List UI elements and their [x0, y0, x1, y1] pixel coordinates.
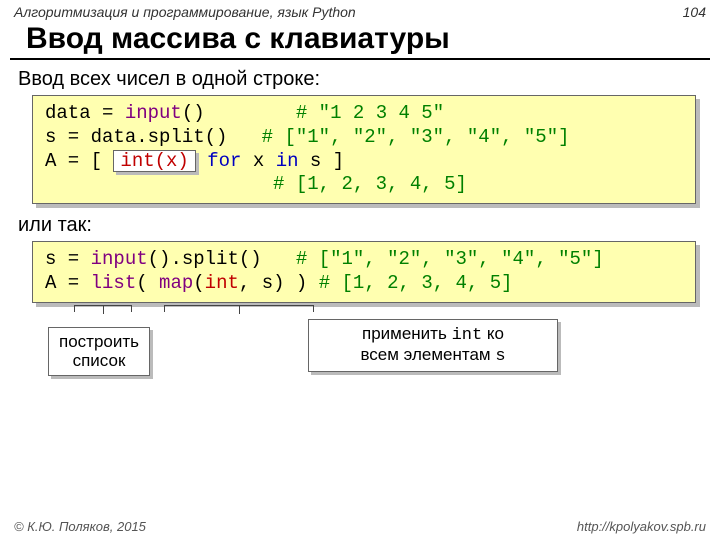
code-t: int(x) [120, 150, 188, 172]
footer-url: http://kpolyakov.spb.ru [577, 519, 706, 534]
callout-left: построить список [48, 327, 150, 376]
course-title: Алгоритмизация и программирование, язык … [14, 4, 356, 20]
callout-code: s [495, 347, 505, 366]
highlight-intx: int(x) [113, 150, 195, 173]
slide-body: Ввод всех чисел в одной строке: data = i… [0, 66, 720, 383]
code-t [196, 150, 207, 172]
lead-text-1: Ввод всех чисел в одной строке: [18, 68, 702, 91]
code-t: input [91, 248, 148, 270]
code-t: () [182, 102, 296, 124]
slide-header: Алгоритмизация и программирование, язык … [0, 0, 720, 20]
code-t [45, 173, 273, 195]
code-block-2: s = input().split() # ["1", "2", "3", "4… [32, 241, 696, 303]
code-t: map [159, 272, 193, 294]
copyright: © К.Ю. Поляков, 2015 [14, 519, 146, 534]
callout-text: всем элементам [360, 345, 495, 364]
page-number: 104 [683, 4, 706, 20]
code-block-1: data = input() # "1 2 3 4 5" s = data.sp… [32, 95, 696, 204]
slide: Алгоритмизация и программирование, язык … [0, 0, 720, 540]
code-comment: # [1, 2, 3, 4, 5] [319, 272, 513, 294]
callout-text: ко [482, 324, 504, 343]
code-t: = [56, 272, 90, 294]
code-t: ( [136, 272, 159, 294]
slide-footer: © К.Ю. Поляков, 2015 http://kpolyakov.sp… [0, 519, 720, 534]
code-comment: # "1 2 3 4 5" [296, 102, 444, 124]
code-t: data.split() [91, 126, 262, 148]
or-text: или так: [18, 214, 702, 237]
code-t: s [45, 126, 56, 148]
code-t: data [45, 102, 91, 124]
code-t: s ] [299, 150, 345, 172]
code-t: x [241, 150, 275, 172]
callout-code: int [452, 326, 483, 345]
callouts-area: построить список применить int ко всем э… [18, 313, 702, 383]
code-t: int [205, 272, 239, 294]
code-t: A [45, 272, 56, 294]
code-t: , s) ) [239, 272, 319, 294]
code-comment: # ["1", "2", "3", "4", "5"] [262, 126, 570, 148]
callout-text: список [73, 351, 126, 370]
code-t: = [56, 126, 90, 148]
slide-title: Ввод массива с клавиатуры [10, 20, 710, 60]
brace-left [74, 305, 132, 311]
code-comment: # [1, 2, 3, 4, 5] [273, 173, 467, 195]
code-t: A [45, 150, 56, 172]
code-kw: in [276, 150, 299, 172]
callout-right: применить int ко всем элементам s [308, 319, 558, 372]
callout-text: применить [362, 324, 452, 343]
code-t: s [45, 248, 56, 270]
code-t: = [91, 102, 125, 124]
code-t: = [ [56, 150, 113, 172]
callout-text: построить [59, 332, 139, 351]
code-t: = [56, 248, 90, 270]
code-comment: # ["1", "2", "3", "4", "5"] [296, 248, 604, 270]
code-kw: for [207, 150, 241, 172]
code-t: ( [193, 272, 204, 294]
code-t: list [91, 272, 137, 294]
brace-right [164, 305, 314, 311]
code-t: ().split() [148, 248, 296, 270]
code-t: input [125, 102, 182, 124]
